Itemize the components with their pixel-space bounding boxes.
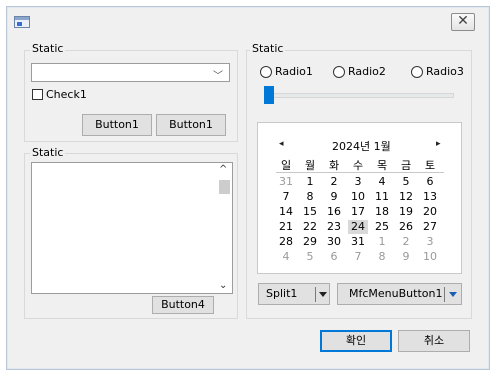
check1-checkbox[interactable] [32, 89, 43, 100]
calendar-day[interactable]: 3 [420, 235, 440, 249]
combo-box[interactable]: ﹀ [31, 63, 230, 82]
calendar-grid: 31 1 2 3 4 5 6 7 8 9 10 11 12 13 14 15 1… [276, 175, 446, 265]
check1-label: Check1 [46, 88, 87, 101]
radio3-label: Radio3 [426, 65, 464, 78]
calendar-day[interactable]: 25 [372, 220, 392, 234]
split-dropdown-icon[interactable] [319, 292, 327, 297]
scrollbar-thumb[interactable] [219, 180, 230, 194]
calendar-day[interactable]: 6 [420, 175, 440, 189]
slider-track[interactable] [264, 93, 454, 98]
calendar-day[interactable]: 10 [420, 250, 440, 264]
calendar-day[interactable]: 6 [324, 250, 344, 264]
calendar-day[interactable]: 4 [372, 175, 392, 189]
weekday: 일 [280, 159, 292, 172]
calendar-day[interactable]: 30 [324, 235, 344, 249]
calendar-title[interactable]: 2024년 1월 [332, 138, 391, 154]
calendar-day[interactable]: 29 [300, 235, 320, 249]
button1-b[interactable]: Button1 [156, 114, 226, 136]
calendar-day[interactable]: 7 [348, 250, 368, 264]
calendar-divider [276, 172, 444, 173]
left-bottom-group-label: Static [30, 146, 66, 159]
mfc-menu-dropdown-icon[interactable] [449, 292, 457, 297]
calendar-day[interactable]: 12 [396, 190, 416, 204]
close-button[interactable]: ✕ [451, 13, 475, 31]
close-icon: ✕ [457, 13, 469, 29]
calendar-day[interactable]: 11 [372, 190, 392, 204]
chevron-down-icon: ﹀ [213, 71, 223, 82]
split-button-label: Split1 [266, 287, 298, 300]
calendar-day[interactable]: 2 [396, 235, 416, 249]
ok-button[interactable]: 확인 [320, 330, 392, 352]
radio2[interactable] [333, 66, 345, 78]
calendar-day[interactable]: 20 [420, 205, 440, 219]
calendar-day[interactable]: 5 [300, 250, 320, 264]
calendar-day[interactable]: 19 [396, 205, 416, 219]
calendar-day-selected[interactable]: 24 [348, 220, 368, 234]
scroll-up-icon[interactable]: ^ [219, 164, 227, 175]
calendar-day[interactable]: 28 [276, 235, 296, 249]
calendar-day[interactable]: 26 [396, 220, 416, 234]
calendar-day[interactable]: 14 [276, 205, 296, 219]
radio2-label: Radio2 [348, 65, 386, 78]
mfc-menu-separator [444, 287, 445, 302]
calendar-day[interactable]: 17 [348, 205, 368, 219]
list-box[interactable] [31, 162, 233, 294]
calendar-day[interactable]: 22 [300, 220, 320, 234]
split-separator [315, 287, 316, 302]
button4[interactable]: Button4 [152, 296, 214, 314]
mfc-menu-button-label: MfcMenuButton1 [349, 287, 443, 300]
cancel-button[interactable]: 취소 [398, 330, 470, 352]
weekday: 화 [328, 159, 340, 172]
calendar-day[interactable]: 23 [324, 220, 344, 234]
calendar-day[interactable]: 18 [372, 205, 392, 219]
calendar-day[interactable]: 9 [324, 190, 344, 204]
calendar-day[interactable]: 5 [396, 175, 416, 189]
radio1-label: Radio1 [275, 65, 313, 78]
calendar-day[interactable]: 2 [324, 175, 344, 189]
calendar-day[interactable]: 13 [420, 190, 440, 204]
right-group-label: Static [250, 42, 286, 55]
calendar-day[interactable]: 15 [300, 205, 320, 219]
button1-a[interactable]: Button1 [82, 114, 152, 136]
weekday: 금 [400, 159, 412, 172]
calendar-day[interactable]: 1 [372, 235, 392, 249]
slider-thumb[interactable] [264, 86, 274, 104]
calendar-day[interactable]: 7 [276, 190, 296, 204]
prev-month-icon[interactable]: ◂ [279, 139, 284, 149]
scroll-down-icon[interactable]: ⌄ [219, 280, 227, 291]
calendar-day[interactable]: 8 [300, 190, 320, 204]
calendar-day[interactable]: 16 [324, 205, 344, 219]
weekday: 월 [304, 159, 316, 172]
calendar-day[interactable]: 3 [348, 175, 368, 189]
calendar-day[interactable]: 31 [276, 175, 296, 189]
weekday: 토 [424, 159, 436, 172]
left-top-group-label: Static [30, 42, 66, 55]
weekday: 수 [352, 159, 364, 172]
radio3[interactable] [411, 66, 423, 78]
mfc-menu-button[interactable]: MfcMenuButton1 [337, 283, 462, 305]
next-month-icon[interactable]: ▸ [436, 139, 441, 149]
radio1[interactable] [260, 66, 272, 78]
window-app-icon [14, 16, 30, 28]
calendar-day[interactable]: 8 [372, 250, 392, 264]
weekday: 목 [376, 159, 388, 172]
calendar-day[interactable]: 9 [396, 250, 416, 264]
split-button[interactable]: Split1 [258, 283, 330, 305]
calendar-day[interactable]: 4 [276, 250, 296, 264]
calendar-day[interactable]: 31 [348, 235, 368, 249]
calendar-day[interactable]: 1 [300, 175, 320, 189]
calendar-day[interactable]: 21 [276, 220, 296, 234]
calendar-weekday-row: 일 월 화 수 목 금 토 [276, 157, 446, 172]
calendar-day[interactable]: 27 [420, 220, 440, 234]
calendar-day[interactable]: 10 [348, 190, 368, 204]
